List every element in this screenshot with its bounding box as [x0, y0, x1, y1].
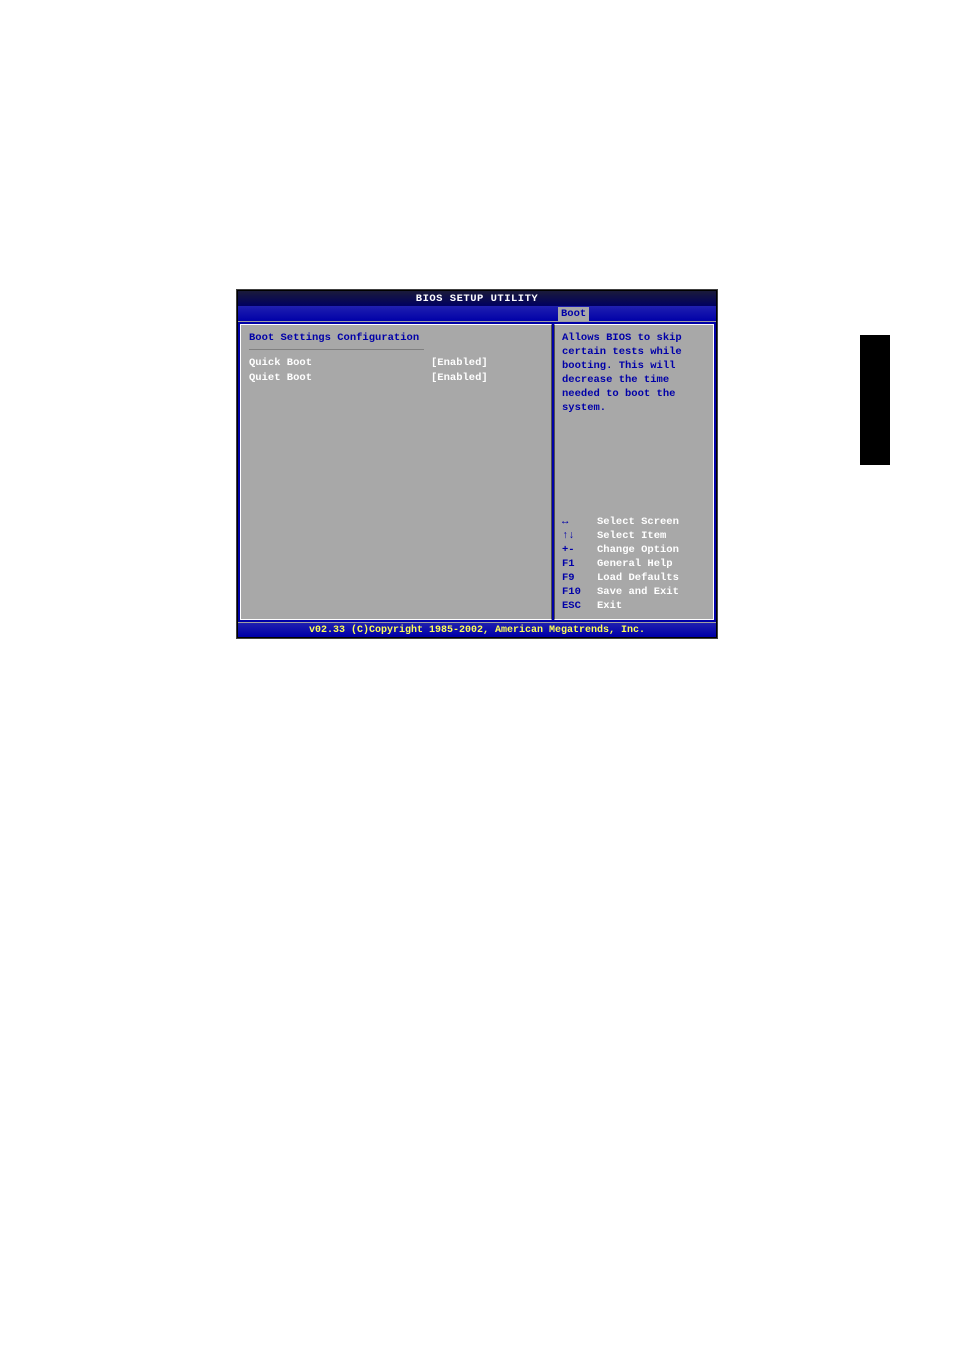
setting-label: Quick Boot	[249, 356, 431, 370]
window-title: BIOS SETUP UTILITY	[416, 293, 538, 305]
menu-bar[interactable]: Boot	[238, 306, 716, 322]
side-black-tab	[860, 335, 890, 465]
footer-bar: v02.33 (C)Copyright 1985-2002, American …	[238, 622, 716, 636]
title-bar: BIOS SETUP UTILITY	[238, 291, 716, 306]
key-row: ESC Exit	[562, 599, 706, 613]
main-panel: Boot Settings Configuration Quick Boot […	[240, 324, 552, 620]
key-f9: F9	[562, 571, 597, 585]
setting-quick-boot[interactable]: Quick Boot [Enabled]	[249, 356, 543, 370]
key-plus-minus-icon: +-	[562, 543, 597, 557]
footer-text: v02.33 (C)Copyright 1985-2002, American …	[309, 625, 645, 636]
key-legend: ↔ Select Screen ↑↓ Select Item +- Change…	[562, 515, 706, 613]
key-f1: F1	[562, 557, 597, 571]
setting-value[interactable]: [Enabled]	[431, 356, 488, 370]
bios-window: BIOS SETUP UTILITY Boot Boot Settings Co…	[237, 290, 717, 638]
help-panel: Allows BIOS to skip certain tests while …	[554, 324, 714, 620]
key-row: ↑↓ Select Item	[562, 529, 706, 543]
key-row: F10 Save and Exit	[562, 585, 706, 599]
key-desc: Change Option	[597, 543, 679, 557]
key-desc: Load Defaults	[597, 571, 679, 585]
key-f10: F10	[562, 585, 597, 599]
setting-quiet-boot[interactable]: Quiet Boot [Enabled]	[249, 371, 543, 385]
key-arrows-ud-icon: ↑↓	[562, 529, 597, 543]
setting-label: Quiet Boot	[249, 371, 431, 385]
setting-value[interactable]: [Enabled]	[431, 371, 488, 385]
help-text: Allows BIOS to skip certain tests while …	[562, 331, 706, 415]
key-row: ↔ Select Screen	[562, 515, 706, 529]
key-esc: ESC	[562, 599, 597, 613]
key-desc: General Help	[597, 557, 673, 571]
key-row: +- Change Option	[562, 543, 706, 557]
key-row: F1 General Help	[562, 557, 706, 571]
tab-boot[interactable]: Boot	[558, 307, 589, 321]
content-area: Boot Settings Configuration Quick Boot […	[238, 322, 716, 622]
key-row: F9 Load Defaults	[562, 571, 706, 585]
section-title: Boot Settings Configuration	[249, 331, 543, 345]
section-divider	[249, 349, 424, 350]
key-desc: Exit	[597, 599, 622, 613]
key-desc: Save and Exit	[597, 585, 679, 599]
key-desc: Select Screen	[597, 515, 679, 529]
key-desc: Select Item	[597, 529, 666, 543]
key-arrows-lr-icon: ↔	[562, 515, 597, 529]
